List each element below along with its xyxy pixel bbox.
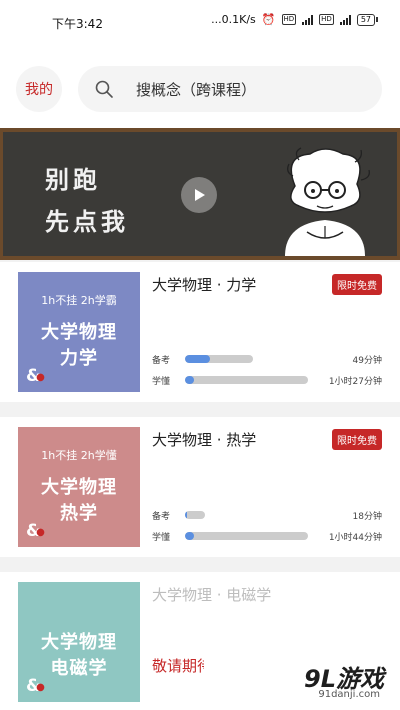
banner-line-1: 别跑 [45,166,101,194]
learn-progress-fill [185,532,194,540]
coming-soon-label: 敬请期待 [152,657,213,675]
prep-label: 备考 [152,356,171,366]
learn-row[interactable]: 学懂 1小时27分钟 [152,373,382,387]
prep-progress-fill [185,355,211,363]
prep-row[interactable]: 备考 18分钟 [152,508,382,522]
cover-tag: 1h不挂 2h学霸 [41,294,117,307]
course-cover: 1h不挂 2h学霸 大学物理 力学 & ● [18,272,140,392]
status-indicators: ...0.1K/s ⏰ HD HD 57 [211,13,378,26]
learn-row[interactable]: 学懂 1小时44分钟 [152,529,382,543]
banner-line-2: 先点我 [45,208,129,236]
prep-progress-bar [185,355,253,363]
free-badge: 限时免费 [332,429,382,450]
watermark-url: 91danji.com [318,689,380,700]
course-card-mechanics[interactable]: 1h不挂 2h学霸 大学物理 力学 & ● 大学物理 · 力学 限时免费 备考 4… [0,262,400,402]
course-cover: 大学物理 电磁学 & ● [18,582,140,702]
prep-progress-fill [185,511,188,519]
search-bar[interactable]: 搜概念（跨课程） [78,66,382,112]
play-button[interactable] [181,177,217,213]
learn-duration: 1小时27分钟 [328,377,382,387]
top-header: 我的 搜概念（跨课程） [0,44,400,128]
cover-tag: 1h不挂 2h学懂 [41,449,117,462]
signal-icon [302,14,314,25]
learn-label: 学懂 [152,533,171,543]
search-placeholder: 搜概念（跨课程） [136,80,257,99]
course-title: 大学物理 · 力学 [152,276,257,294]
cover-title-1: 大学物理 [41,477,117,498]
learn-progress-bar [185,376,308,384]
prep-duration: 49分钟 [352,356,382,366]
promo-banner[interactable]: 别跑 先点我 [0,128,400,260]
learn-label: 学懂 [152,377,171,387]
status-time: 下午3:42 [52,17,103,31]
search-icon [95,80,113,98]
status-bar: 下午3:42 ...0.1K/s ⏰ HD HD 57 [0,0,400,44]
course-title: 大学物理 · 电磁学 [152,586,272,604]
hd-icon: HD [281,14,297,25]
prep-row[interactable]: 备考 49分钟 [152,352,382,366]
signal-icon-2 [339,14,351,25]
cover-title-1: 大学物理 [41,632,117,653]
cover-title-1: 大学物理 [41,322,117,343]
play-icon [195,189,205,201]
prep-progress-bar [185,511,205,519]
watermark-logo: 9L游戏 91danji.com [204,653,400,710]
network-speed: ...0.1K/s [211,13,256,26]
learn-progress-fill [185,376,194,384]
prep-label: 备考 [152,512,171,522]
brand-logo-icon: & ● [26,366,45,386]
free-badge: 限时免费 [332,274,382,295]
learn-progress-bar [185,532,308,540]
mine-button[interactable]: 我的 [16,66,62,112]
alarm-icon: ⏰ [261,13,276,26]
professor-illustration [285,147,370,256]
battery-icon: 57 [356,13,378,26]
course-cover: 1h不挂 2h学懂 大学物理 热学 & ● [18,427,140,547]
course-card-thermo[interactable]: 1h不挂 2h学懂 大学物理 热学 & ● 大学物理 · 热学 限时免费 备考 1… [0,417,400,557]
prep-duration: 18分钟 [352,512,382,522]
brand-logo-icon: & ● [26,521,45,541]
hd-icon-2: HD [319,14,334,25]
course-title: 大学物理 · 热学 [152,431,257,449]
learn-duration: 1小时44分钟 [328,533,382,543]
brand-logo-icon: & ● [26,676,45,696]
